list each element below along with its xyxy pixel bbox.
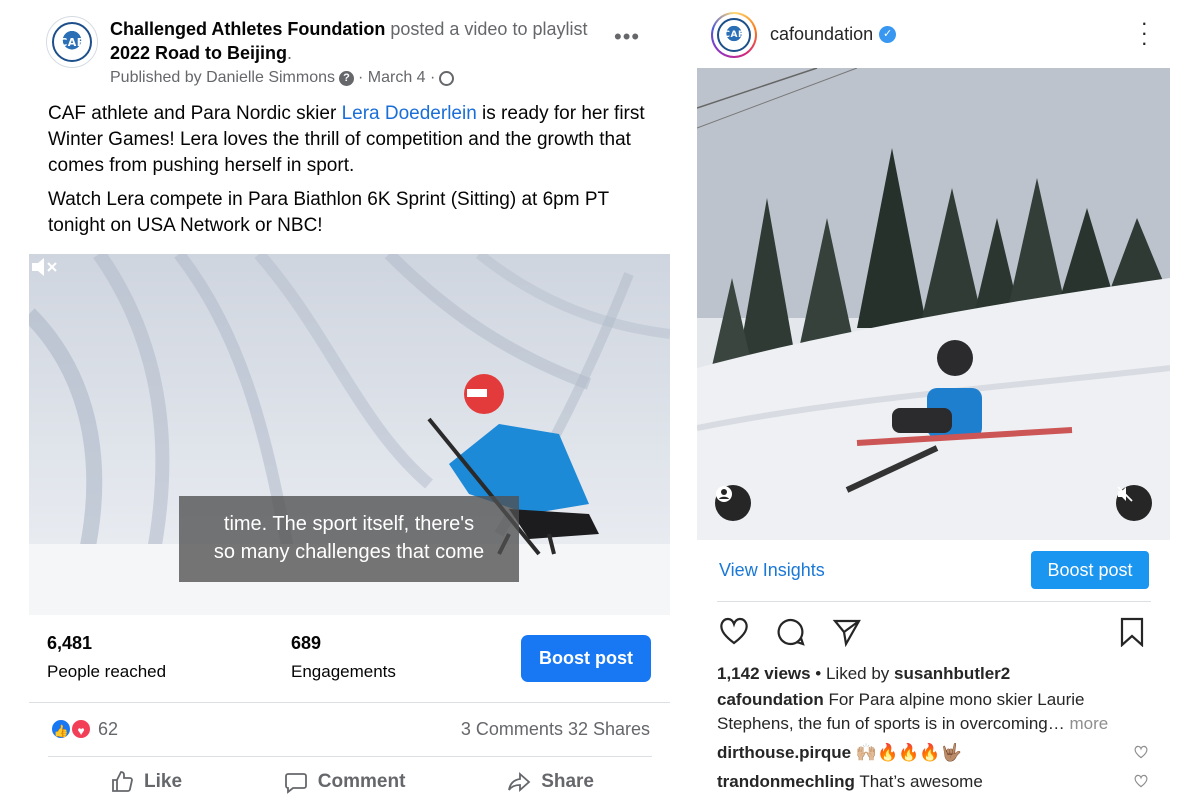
post-paragraph-1: CAF athlete and Para Nordic skier Lera D… — [48, 101, 648, 179]
post-video[interactable] — [697, 68, 1170, 540]
thumbs-up-icon — [112, 771, 133, 792]
more-options-icon[interactable]: ••• — [614, 24, 640, 50]
caf-logo: CAF — [52, 22, 92, 62]
reactions-summary[interactable]: 👍 ♥ 62 — [50, 718, 118, 740]
more-options-icon[interactable]: · · · — [1141, 12, 1148, 54]
video-player[interactable]: time. The sport itself, there's so many … — [29, 254, 670, 615]
published-by: Published by Danielle Simmons — [110, 69, 335, 86]
comment-icon — [284, 773, 307, 794]
post-date[interactable]: · March 4 · — [358, 69, 435, 87]
verified-badge-icon: ✓ — [879, 26, 897, 43]
boost-post-button[interactable]: Boost post — [521, 635, 651, 682]
engagements-value: 689 — [291, 633, 322, 653]
people-reached-stat: 6,481 People reached — [47, 633, 166, 682]
tagged-people-button[interactable] — [715, 485, 751, 521]
post-meta: Published by Danielle Simmons ? · March … — [110, 69, 455, 87]
like-label: Like — [144, 771, 183, 792]
profile-avatar[interactable]: CAF — [711, 12, 757, 58]
comment-button[interactable]: Comment — [284, 770, 406, 794]
post-paragraph-2: Watch Lera compete in Para Biathlon 6K S… — [48, 189, 609, 236]
mute-icon[interactable] — [29, 254, 59, 280]
page-name-link[interactable]: Challenged Athletes Foundation — [110, 19, 385, 39]
liked-by-user[interactable]: susanhbutler2 — [894, 664, 1010, 683]
caf-logo: CAF — [717, 18, 751, 52]
avatar-inner: CAF — [713, 14, 755, 56]
divider — [48, 756, 652, 757]
engagements-label: Engagements — [291, 662, 396, 681]
divider — [717, 601, 1151, 602]
divider — [29, 702, 670, 703]
comment-text: 🙌🏼🔥🔥🔥🤟🏽 — [851, 743, 962, 762]
comment-row: trandonmechling That’s awesome — [717, 770, 1157, 794]
facebook-post: CAF Challenged Athletes Foundation poste… — [0, 0, 684, 801]
people-reached-value: 6,481 — [47, 633, 93, 653]
share-arrow-icon — [508, 771, 531, 793]
athlete-link[interactable]: Lera Doederlein — [342, 103, 477, 124]
username-row: cafoundation ✓ — [770, 24, 897, 45]
person-icon — [716, 486, 732, 502]
comment-like-icon[interactable] — [1134, 774, 1148, 788]
post-header: Challenged Athletes Foundation posted a … — [110, 17, 590, 65]
globe-icon — [439, 70, 455, 86]
header-period: . — [287, 43, 293, 63]
body-text-1: CAF athlete and Para Nordic skier — [48, 103, 342, 124]
caption-line-1: time. The sport itself, there's — [223, 513, 475, 535]
comment-username[interactable]: trandonmechling — [717, 772, 855, 791]
share-button[interactable]: Share — [507, 770, 594, 794]
people-reached-label: People reached — [47, 662, 167, 681]
like-reaction-icon: 👍 — [50, 718, 72, 740]
page-avatar[interactable]: CAF — [46, 16, 98, 68]
comment-icon[interactable] — [776, 617, 806, 647]
video-frame — [697, 68, 1170, 540]
more-link[interactable]: more — [1065, 714, 1108, 733]
action-bar: Like Comment Share — [50, 770, 650, 794]
bookmark-icon[interactable] — [1119, 617, 1145, 647]
liked-by-text: • Liked by — [810, 664, 895, 683]
speaker-muted-icon — [1117, 486, 1133, 502]
share-label: Share — [541, 771, 594, 792]
view-insights-link[interactable]: View Insights — [719, 560, 825, 581]
playlist-link[interactable]: 2022 Road to Beijing — [110, 43, 287, 63]
like-button[interactable]: Like — [110, 770, 182, 794]
boost-post-button[interactable]: Boost post — [1031, 551, 1149, 589]
help-icon[interactable]: ? — [339, 70, 354, 86]
engagements-stat: 689 Engagements — [291, 633, 396, 682]
caption-line-2: so many challenges that come — [213, 541, 485, 563]
love-reaction-icon: ♥ — [70, 718, 92, 740]
action-icons-row — [719, 617, 1149, 647]
comments-shares-count[interactable]: 3 Comments 32 Shares — [461, 719, 650, 740]
likes-row: 1,142 views • Liked by susanhbutler2 — [717, 662, 1157, 686]
instagram-post: CAF cafoundation ✓ · · · View Insights B… — [697, 0, 1170, 801]
heart-icon[interactable] — [719, 617, 749, 645]
send-icon[interactable] — [832, 617, 862, 647]
comment-text: That’s awesome — [854, 772, 983, 791]
comment-label: Comment — [317, 771, 406, 792]
comment-username[interactable]: dirthouse.pirque — [717, 743, 851, 762]
caption-username[interactable]: cafoundation — [717, 690, 824, 709]
reaction-count: 62 — [98, 718, 119, 739]
post-body: CAF athlete and Para Nordic skier Lera D… — [48, 101, 648, 247]
comment-row: dirthouse.pirque 🙌🏼🔥🔥🔥🤟🏽 — [717, 741, 1157, 765]
video-caption: time. The sport itself, there's so many … — [179, 496, 519, 582]
post-action-text: posted a video to playlist — [390, 19, 588, 39]
caption: cafoundation For Para alpine mono skier … — [717, 688, 1157, 736]
mute-button[interactable] — [1116, 485, 1152, 521]
comment-like-icon[interactable] — [1134, 745, 1148, 759]
views-count[interactable]: 1,142 views — [717, 664, 811, 683]
username-link[interactable]: cafoundation — [770, 24, 873, 45]
